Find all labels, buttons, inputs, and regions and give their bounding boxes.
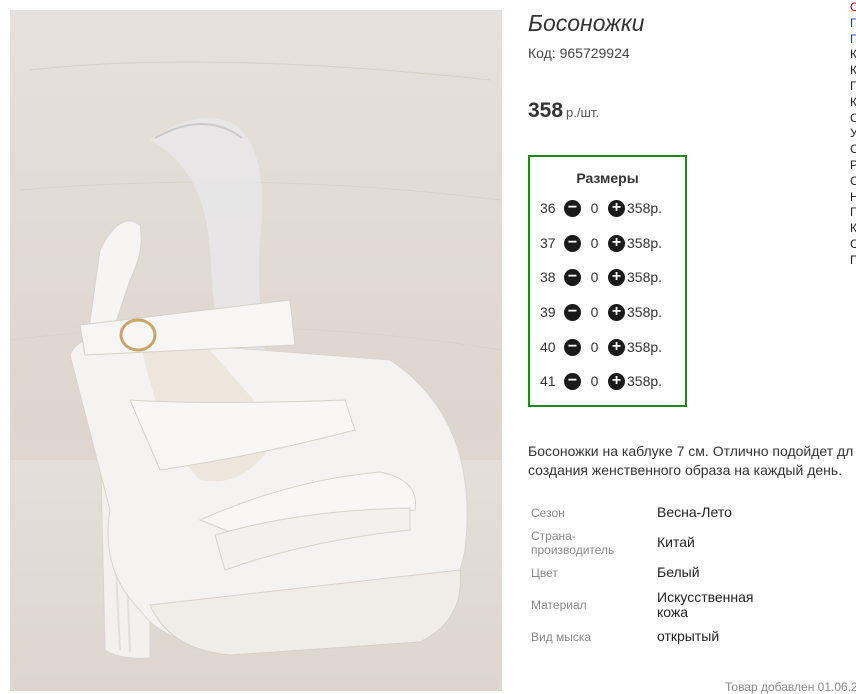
plus-icon[interactable]: + <box>608 199 625 217</box>
size-label: 40 <box>540 339 556 355</box>
product-description: Босоножки на каблуке 7 см. Отлично подой… <box>528 442 856 480</box>
date-added: Товар добавлен 01.06.2 <box>725 680 856 694</box>
edge-item[interactable]: Г <box>850 79 856 95</box>
price-unit: р./шт. <box>566 105 600 120</box>
price-value: 358 <box>528 99 564 122</box>
edge-item[interactable]: К <box>850 47 856 63</box>
edge-item[interactable]: К <box>850 95 856 111</box>
quantity-value[interactable]: 0 <box>581 304 608 320</box>
minus-icon[interactable]: − <box>564 303 581 321</box>
sandal-image <box>10 61 502 691</box>
edge-item[interactable]: Г <box>850 32 856 48</box>
size-price: 358р. <box>627 304 663 320</box>
attr-value-toe: открытый <box>657 628 720 644</box>
edge-item[interactable]: П <box>850 253 856 269</box>
attr-value-country: Китай <box>657 534 695 550</box>
edge-item[interactable]: К <box>850 63 856 79</box>
size-label: 38 <box>540 269 556 285</box>
sizes-title: Размеры <box>576 170 639 186</box>
sizes-panel: Размеры 36 − 0 + 358р. 37 − 0 + 358р. 38… <box>528 155 687 407</box>
size-label: 41 <box>540 373 556 389</box>
plus-icon[interactable]: + <box>608 303 625 321</box>
minus-icon[interactable]: − <box>564 199 581 217</box>
attr-label-season: Сезон <box>531 506 565 520</box>
minus-icon[interactable]: − <box>564 372 581 390</box>
minus-icon[interactable]: − <box>564 268 581 286</box>
edge-item[interactable]: С <box>850 111 856 127</box>
attr-value-color: Белый <box>657 564 700 580</box>
size-row: 38 − 0 + 358р. <box>540 267 662 287</box>
right-edge-menu: С Г Г К К Г К С У С Р С Н Г К С П <box>850 0 856 269</box>
edge-item[interactable]: К <box>850 221 856 237</box>
quantity-value[interactable]: 0 <box>581 269 608 285</box>
size-row: 39 − 0 + 358р. <box>540 302 662 322</box>
plus-icon[interactable]: + <box>608 372 625 390</box>
size-price: 358р. <box>627 373 663 389</box>
product-code: Код: 965729924 <box>528 45 630 61</box>
attr-label-material: Материал <box>531 598 587 612</box>
edge-item[interactable]: С <box>850 0 856 16</box>
attr-label-color: Цвет <box>531 566 558 580</box>
plus-icon[interactable]: + <box>608 234 625 252</box>
size-row: 41 − 0 + 358р. <box>540 371 662 391</box>
edge-item[interactable]: Г <box>850 16 856 32</box>
edge-item[interactable]: С <box>850 174 856 190</box>
attr-label-country: Страна- производитель <box>531 529 615 557</box>
edge-item[interactable]: У <box>850 126 856 142</box>
minus-icon[interactable]: − <box>564 338 581 356</box>
size-label: 36 <box>540 200 556 216</box>
attr-label-toe: Вид мыска <box>531 630 592 644</box>
edge-item[interactable]: Н <box>850 190 856 206</box>
size-price: 358р. <box>627 269 663 285</box>
size-price: 358р. <box>627 339 663 355</box>
edge-item[interactable]: Р <box>850 158 856 174</box>
quantity-value[interactable]: 0 <box>581 200 608 216</box>
plus-icon[interactable]: + <box>608 268 625 286</box>
edge-item[interactable]: С <box>850 142 856 158</box>
product-price: 358 р./шт. <box>528 99 599 123</box>
plus-icon[interactable]: + <box>608 338 625 356</box>
size-row: 36 − 0 + 358р. <box>540 198 662 218</box>
size-row: 40 − 0 + 358р. <box>540 337 662 357</box>
size-row: 37 − 0 + 358р. <box>540 233 662 253</box>
quantity-value[interactable]: 0 <box>581 339 608 355</box>
description-line: Босоножки на каблуке 7 см. Отлично подой… <box>528 443 854 459</box>
description-line: создания женственного образа на каждый д… <box>528 462 843 478</box>
quantity-value[interactable]: 0 <box>581 373 608 389</box>
size-label: 39 <box>540 304 556 320</box>
minus-icon[interactable]: − <box>564 234 581 252</box>
size-price: 358р. <box>627 235 663 251</box>
edge-item[interactable]: Г <box>850 205 856 221</box>
edge-item[interactable]: С <box>850 237 856 253</box>
size-label: 37 <box>540 235 556 251</box>
attr-value-material: Искусственная кожа <box>657 589 754 620</box>
quantity-value[interactable]: 0 <box>581 235 608 251</box>
product-title: Босоножки <box>528 10 645 36</box>
size-price: 358р. <box>627 200 663 216</box>
product-photo <box>10 10 502 691</box>
attr-value-season: Весна-Лето <box>657 504 732 520</box>
